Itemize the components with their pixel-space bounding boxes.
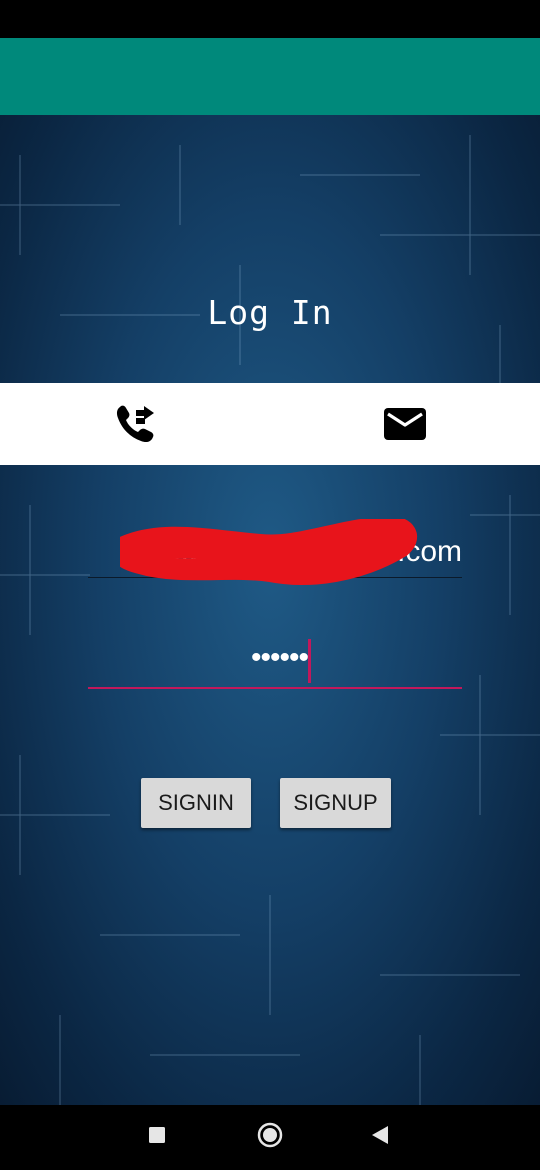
tab-email[interactable] (270, 383, 540, 465)
back-button[interactable] (350, 1105, 410, 1170)
triangle-back-icon (371, 1125, 389, 1150)
login-screen: Log In sta l.com •••••• SIGNIN SIGNUP (0, 115, 540, 1105)
recents-button[interactable] (127, 1105, 187, 1170)
home-button[interactable] (240, 1105, 300, 1170)
system-navigation-bar (0, 1105, 540, 1170)
background-texture (0, 135, 540, 1105)
password-field[interactable]: •••••• (88, 635, 462, 689)
status-bar (0, 0, 540, 38)
redaction-scribble (120, 519, 417, 585)
signin-button[interactable]: SIGNIN (141, 778, 251, 828)
text-cursor (308, 639, 311, 683)
circle-icon (257, 1122, 283, 1153)
email-field[interactable]: sta l.com (88, 519, 462, 585)
app-bar (0, 38, 540, 115)
login-method-tabs (0, 383, 540, 465)
email-icon (383, 407, 427, 441)
page-title: Log In (207, 293, 333, 332)
phone-forward-icon (114, 404, 156, 444)
signup-button[interactable]: SIGNUP (280, 778, 391, 828)
square-icon (149, 1127, 165, 1148)
tab-phone[interactable] (0, 383, 270, 465)
password-value: •••••• (250, 641, 309, 674)
